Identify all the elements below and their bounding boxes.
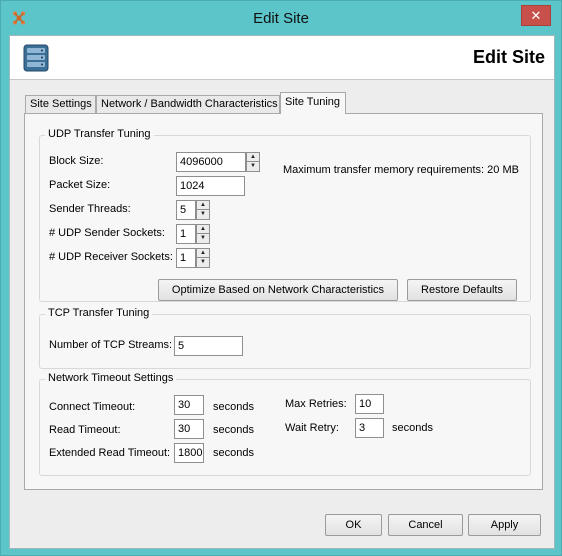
restore-defaults-button[interactable]: Restore Defaults (407, 279, 517, 301)
stepper-down-icon[interactable]: ▼ (246, 162, 260, 172)
connect-timeout-unit: seconds (213, 401, 254, 413)
udp-sender-sockets-stepper[interactable]: ▲ ▼ (196, 224, 210, 244)
apply-button[interactable]: Apply (468, 514, 541, 536)
title-bar[interactable]: Edit Site ✕ (1, 1, 561, 36)
max-retries-label: Max Retries: (285, 398, 347, 410)
optimize-button[interactable]: Optimize Based on Network Characteristic… (158, 279, 398, 301)
packet-size-input[interactable]: 1024 (176, 176, 245, 196)
read-timeout-input[interactable]: 30 (174, 419, 204, 439)
tcp-streams-label: Number of TCP Streams: (49, 339, 173, 351)
dialog-header: Edit Site (10, 36, 554, 80)
read-timeout-label: Read Timeout: (49, 424, 121, 436)
ok-button[interactable]: OK (325, 514, 382, 536)
tab-site-settings[interactable]: Site Settings (25, 95, 96, 114)
memory-note: Maximum transfer memory requirements: 20… (283, 164, 519, 176)
udp-receiver-sockets-label: # UDP Receiver Sockets: (49, 251, 173, 263)
stepper-up-icon[interactable]: ▲ (196, 200, 210, 210)
sender-threads-stepper[interactable]: ▲ ▼ (196, 200, 210, 220)
sender-threads-label: Sender Threads: (49, 203, 131, 215)
extended-read-timeout-label: Extended Read Timeout: (49, 447, 171, 459)
stepper-up-icon[interactable]: ▲ (196, 224, 210, 234)
stepper-up-icon[interactable]: ▲ (196, 248, 210, 258)
server-icon (21, 43, 51, 73)
stepper-down-icon[interactable]: ▼ (196, 210, 210, 220)
tab-network-bandwidth[interactable]: Network / Bandwidth Characteristics (96, 95, 280, 114)
max-retries-input[interactable]: 10 (355, 394, 384, 414)
header-title: Edit Site (472, 47, 545, 67)
stepper-down-icon[interactable]: ▼ (196, 258, 210, 268)
udp-sender-sockets-input[interactable]: 1 (176, 224, 196, 244)
timeout-group-title: Network Timeout Settings (45, 372, 177, 384)
stepper-down-icon[interactable]: ▼ (196, 234, 210, 244)
udp-group-title: UDP Transfer Tuning (45, 128, 154, 140)
sender-threads-input[interactable]: 5 (176, 200, 196, 220)
block-size-input[interactable]: 4096000 (176, 152, 246, 172)
window-title: Edit Site (253, 10, 309, 27)
udp-receiver-sockets-stepper[interactable]: ▲ ▼ (196, 248, 210, 268)
close-button[interactable]: ✕ (521, 5, 551, 26)
extended-read-timeout-unit: seconds (213, 447, 254, 459)
wait-retry-unit: seconds (392, 422, 433, 434)
wait-retry-input[interactable]: 3 (355, 418, 384, 438)
network-timeout-group: Network Timeout Settings Connect Timeout… (39, 372, 531, 476)
site-tuning-panel: UDP Transfer Tuning Block Size: 4096000 … (24, 113, 543, 490)
dialog-window: Edit Site ✕ Edit Site Site Settings Netw… (0, 0, 562, 556)
tcp-streams-input[interactable]: 5 (174, 336, 243, 356)
udp-receiver-sockets-input[interactable]: 1 (176, 248, 196, 268)
udp-sender-sockets-label: # UDP Sender Sockets: (49, 227, 165, 239)
tcp-transfer-group: TCP Transfer Tuning Number of TCP Stream… (39, 307, 531, 369)
cancel-button[interactable]: Cancel (388, 514, 463, 536)
dialog-client-area: Edit Site Site Settings Network / Bandwi… (9, 35, 555, 549)
block-size-stepper[interactable]: ▲ ▼ (246, 152, 260, 172)
tcp-group-title: TCP Transfer Tuning (45, 307, 153, 319)
stepper-up-icon[interactable]: ▲ (246, 152, 260, 162)
wait-retry-label: Wait Retry: (285, 422, 339, 434)
udp-transfer-group: UDP Transfer Tuning Block Size: 4096000 … (39, 128, 531, 302)
read-timeout-unit: seconds (213, 424, 254, 436)
extended-read-timeout-input[interactable]: 1800 (174, 443, 204, 463)
tab-site-tuning[interactable]: Site Tuning (280, 92, 346, 114)
block-size-label: Block Size: (49, 155, 104, 167)
connect-timeout-label: Connect Timeout: (49, 401, 136, 413)
packet-size-label: Packet Size: (49, 179, 111, 191)
connect-timeout-input[interactable]: 30 (174, 395, 204, 415)
